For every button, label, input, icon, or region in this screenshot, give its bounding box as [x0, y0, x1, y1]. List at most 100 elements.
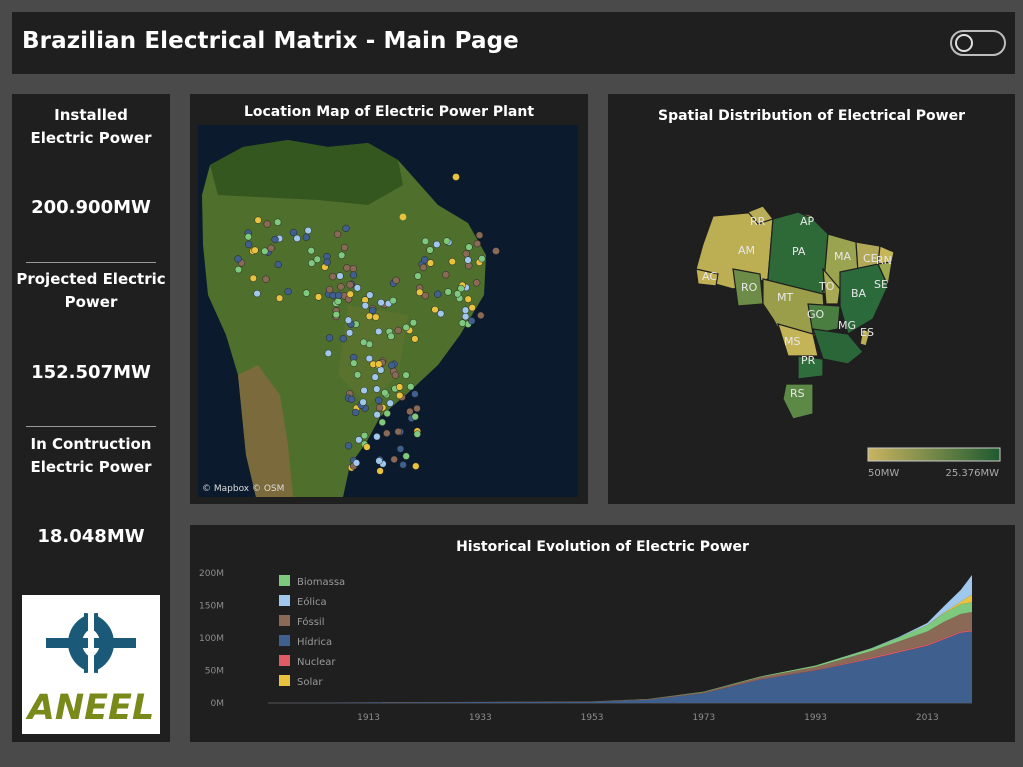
plant-marker	[421, 256, 429, 264]
legend-label: Biomassa	[297, 577, 345, 588]
plant-marker	[421, 237, 430, 245]
state-label: MG	[838, 319, 856, 332]
plant-marker	[363, 443, 371, 451]
plant-marker	[353, 284, 362, 292]
plant-marker	[386, 399, 394, 407]
historical-area-chart[interactable]: 200M 150M 100M 50M 0M 1913 1933 1953 1973 1993 201…	[190, 525, 1015, 742]
y-tick-label: 200M	[199, 569, 224, 579]
plant-marker	[254, 216, 262, 224]
plant-marker	[377, 298, 385, 307]
plant-marker	[406, 407, 414, 416]
plant-marker	[289, 228, 298, 237]
plant-marker	[381, 389, 389, 397]
state-label: GO	[807, 308, 825, 321]
plant-marker	[307, 247, 315, 255]
state-label: AC	[702, 270, 717, 283]
plant-marker	[234, 255, 242, 263]
plant-marker	[407, 383, 415, 391]
plant-marker	[492, 247, 500, 255]
plant-marker	[391, 371, 400, 379]
plant-marker	[336, 272, 344, 280]
x-tick-label: 1953	[581, 713, 604, 723]
plant-marker	[389, 296, 397, 305]
plant-marker	[302, 289, 311, 297]
state-label: SE	[874, 278, 888, 291]
plant-marker	[373, 433, 381, 441]
plant-marker	[249, 274, 257, 282]
plant-marker	[394, 428, 402, 436]
plant-marker	[340, 243, 349, 252]
legend-label: Nuclear	[297, 657, 336, 668]
plant-marker	[383, 429, 391, 437]
plant-marker	[458, 319, 467, 327]
plant-marker	[464, 295, 472, 303]
state-label: PA	[792, 245, 806, 258]
plant-marker	[262, 275, 270, 283]
state-label: RS	[790, 387, 805, 400]
plant-marker	[478, 255, 486, 263]
plant-marker	[442, 271, 450, 279]
state-label: RO	[741, 281, 758, 294]
plant-marker	[325, 334, 334, 342]
plant-marker	[473, 279, 481, 287]
kpi-construction-label: In Contruction Electric Power	[30, 435, 152, 476]
plant-marker	[344, 316, 353, 324]
plant-marker	[411, 335, 419, 343]
brazil-choropleth[interactable]: RR AP AM PA MA CE RN AC RO MT TO BA SE G…	[608, 94, 1015, 504]
plant-marker	[411, 390, 419, 398]
aneel-logo: ANEEL	[22, 595, 160, 734]
plant-marker	[345, 329, 354, 337]
theme-toggle[interactable]	[950, 30, 1006, 56]
plant-marker	[375, 457, 383, 465]
state-label: AP	[800, 215, 815, 228]
plant-marker	[346, 290, 354, 298]
plant-marker	[437, 310, 445, 318]
plant-marker	[388, 361, 396, 370]
plant-marker	[444, 288, 452, 296]
state-label: PR	[801, 354, 816, 367]
plant-marker	[396, 391, 404, 400]
legend-swatch	[279, 615, 290, 626]
plant-marker	[390, 455, 398, 464]
plant-marker	[360, 338, 368, 346]
plant-marker	[369, 306, 377, 315]
plant-marker	[475, 231, 484, 239]
plant-marker	[395, 383, 404, 391]
legend-swatch	[279, 655, 290, 666]
plant-marker	[275, 294, 284, 302]
plant-marker	[461, 306, 470, 314]
plant-marker	[448, 257, 456, 266]
plant-marker	[414, 272, 422, 280]
plant-marker	[324, 349, 332, 357]
plant-marker	[371, 373, 379, 381]
color-legend-bar	[867, 447, 1001, 462]
plant-marker	[413, 404, 421, 413]
plant-marker	[251, 246, 259, 254]
state-label: TO	[818, 280, 835, 293]
plant-marker	[349, 271, 358, 279]
plant-marker	[434, 290, 442, 298]
kpi-construction-value: 18.048MW	[37, 526, 145, 547]
plant-marker	[335, 291, 343, 299]
legend-min-label: 50MW	[868, 468, 899, 479]
toggle-knob	[955, 34, 973, 52]
plant-marker	[271, 235, 279, 244]
plant-marker	[343, 264, 351, 272]
plant-marker	[465, 243, 473, 251]
state-label: ES	[860, 326, 874, 339]
plant-marker	[339, 335, 347, 343]
location-map[interactable]: © Mapbox © OSM	[198, 125, 578, 497]
kpi-installed-value: 200.900MW	[31, 197, 151, 218]
plant-marker	[383, 409, 391, 418]
legend-label: Eólica	[297, 596, 327, 608]
plant-marker	[313, 255, 321, 263]
plant-marker	[373, 385, 381, 393]
legend-label: Fóssil	[297, 616, 325, 628]
plant-marker	[372, 313, 380, 321]
plant-marker	[461, 312, 470, 321]
map-attribution: © Mapbox © OSM	[202, 484, 284, 494]
legend-swatch	[279, 575, 290, 586]
state-label: RN	[876, 254, 892, 267]
plant-marker	[342, 224, 350, 233]
plant-marker	[453, 290, 462, 298]
